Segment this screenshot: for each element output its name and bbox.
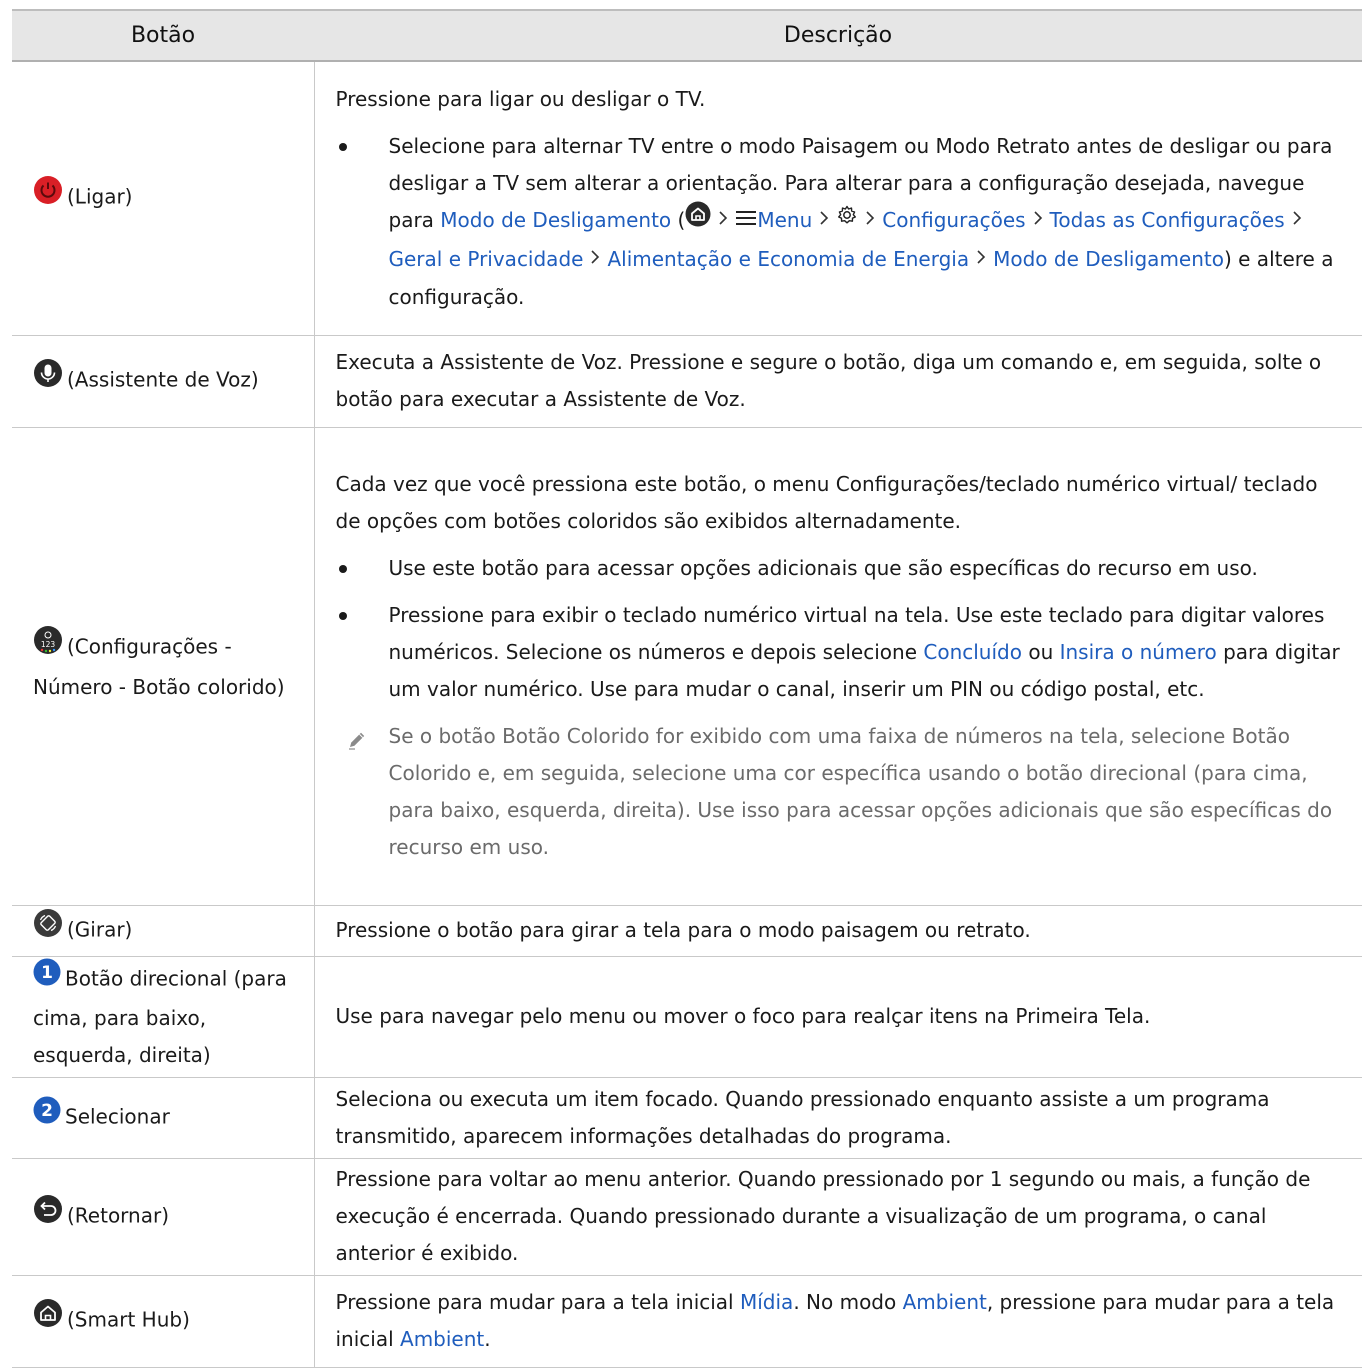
home-icon xyxy=(685,201,711,239)
description-cell: Pressione para voltar ao menu anterior. … xyxy=(314,1158,1362,1276)
pencil-icon xyxy=(346,726,368,763)
link-settings[interactable]: Configurações xyxy=(882,208,1025,232)
chevron-right-icon xyxy=(818,201,830,238)
description-text: Pressione para ligar ou desligar o TV. xyxy=(335,87,706,111)
button-cell: (Smart Hub) xyxy=(12,1275,315,1368)
table-header-row: Botão Descrição xyxy=(12,9,1362,62)
button-cell: (Ligar) xyxy=(12,61,315,336)
description-text: Pressione o botão para girar a tela para… xyxy=(335,918,1031,942)
button-label: (Configurações - Número - Botão colorido… xyxy=(33,634,285,699)
description-text: Pressione para mudar para a tela inicial… xyxy=(336,1284,1349,1358)
table-row-color: 123 (Configurações - Número - Botão colo… xyxy=(12,427,1362,906)
description-cell: Pressione para ligar ou desligar o TV. S… xyxy=(314,61,1362,336)
chevron-right-icon xyxy=(589,240,601,277)
table-row-rotate: (Girar) Pressione o botão para girar a t… xyxy=(12,905,1362,957)
menu-icon xyxy=(735,201,757,238)
button-cell: 123 (Configurações - Número - Botão colo… xyxy=(12,427,315,906)
button-label: (Assistente de Voz) xyxy=(67,367,259,392)
button-cell: 1 Botão direcional (para cima, para baix… xyxy=(12,956,315,1078)
paren-text: ( xyxy=(671,208,686,232)
table-row-return: (Retornar) Pressione para voltar ao menu… xyxy=(12,1158,1362,1276)
table-row-select: 2 Selecionar Seleciona ou executa um ite… xyxy=(12,1077,1362,1159)
desc-text: . xyxy=(484,1327,491,1351)
table-row-directional: 1 Botão direcional (para cima, para baix… xyxy=(12,956,1362,1078)
chevron-right-icon xyxy=(1291,201,1303,238)
desc-text: . No modo xyxy=(793,1290,903,1314)
number-badge-icon: 2 xyxy=(33,1096,61,1136)
description-text: Executa a Assistente de Voz. Pressione e… xyxy=(335,350,1322,411)
bullet-text: ou xyxy=(1021,640,1060,664)
settings-123-icon: 123 xyxy=(33,625,63,667)
button-cell: (Girar) xyxy=(12,905,315,957)
link-insert-number[interactable]: Insira o número xyxy=(1060,640,1217,664)
link-menu[interactable]: Menu xyxy=(757,208,812,232)
home-icon xyxy=(33,1298,63,1340)
table-row-voice: (Assistente de Voz) Executa a Assistente… xyxy=(12,335,1362,428)
button-cell: 2 Selecionar xyxy=(12,1077,315,1159)
microphone-icon xyxy=(33,358,63,400)
description-cell: Seleciona ou executa um item focado. Qua… xyxy=(314,1077,1362,1159)
remote-buttons-table: Botão Descrição (Ligar) Pressione para l… xyxy=(12,9,1362,1368)
description-cell: Executa a Assistente de Voz. Pressione e… xyxy=(314,335,1362,428)
description-cell: Cada vez que você pressiona este botão, … xyxy=(314,427,1362,906)
header-button: Botão xyxy=(12,9,314,62)
description-text: Seleciona ou executa um item focado. Qua… xyxy=(335,1086,1270,1148)
bullet-list: Selecione para alternar TV entre o modo … xyxy=(336,128,1349,316)
chevron-right-icon xyxy=(975,240,987,277)
list-item: Use este botão para acessar opções adici… xyxy=(336,550,1349,587)
list-item: Selecione para alternar TV entre o modo … xyxy=(336,128,1349,316)
power-icon xyxy=(33,175,63,217)
description-cell: Pressione para mudar para a tela inicial… xyxy=(314,1275,1362,1368)
description-cell: Pressione o botão para girar a tela para… xyxy=(314,905,1362,957)
button-label: (Smart Hub) xyxy=(67,1307,190,1332)
svg-text:1: 1 xyxy=(41,963,53,983)
list-item: Pressione para exibir o teclado numérico… xyxy=(336,597,1349,708)
description-text: Use para navegar pelo menu ou mover o fo… xyxy=(335,1004,1151,1028)
note: Se o botão Botão Colorido for exibido co… xyxy=(336,718,1349,866)
link-power-off-mode[interactable]: Modo de Desligamento xyxy=(440,208,671,232)
link-general-privacy[interactable]: Geral e Privacidade xyxy=(389,247,584,271)
link-ambient[interactable]: Ambient xyxy=(903,1290,987,1314)
chevron-right-icon xyxy=(864,201,876,238)
link-power-off-mode-end[interactable]: Modo de Desligamento xyxy=(993,247,1224,271)
link-power-energy[interactable]: Alimentação e Economia de Energia xyxy=(607,247,969,271)
return-icon xyxy=(33,1194,63,1236)
table-row-power: (Ligar) Pressione para ligar ou desligar… xyxy=(12,61,1362,336)
table-row-smarthub: (Smart Hub) Pressione para mudar para a … xyxy=(12,1275,1362,1368)
header-description: Descrição xyxy=(314,9,1362,62)
rotate-icon xyxy=(33,908,63,950)
description-text: Pressione para voltar ao menu anterior. … xyxy=(335,1167,1311,1265)
button-label: (Retornar) xyxy=(67,1203,170,1227)
gear-icon xyxy=(836,201,858,238)
link-done[interactable]: Concluído xyxy=(923,640,1022,664)
button-cell: (Retornar) xyxy=(12,1158,315,1276)
description-text: Cada vez que você pressiona este botão, … xyxy=(335,472,1318,533)
svg-text:2: 2 xyxy=(41,1101,53,1121)
button-label: (Ligar) xyxy=(67,184,133,209)
note-text: Se o botão Botão Colorido for exibido co… xyxy=(388,724,1333,859)
link-ambient-2[interactable]: Ambient xyxy=(400,1327,484,1351)
svg-text:123: 123 xyxy=(41,640,56,649)
chevron-right-icon xyxy=(1032,201,1044,238)
bullet-list: Use este botão para acessar opções adici… xyxy=(336,550,1349,708)
link-all-settings[interactable]: Todas as Configurações xyxy=(1050,208,1285,232)
link-media[interactable]: Mídia xyxy=(740,1290,793,1314)
button-label: (Girar) xyxy=(67,917,133,941)
chevron-right-icon xyxy=(717,201,729,238)
button-cell: (Assistente de Voz) xyxy=(12,335,315,428)
button-label: Botão direcional (para cima, para baixo,… xyxy=(33,966,287,1067)
button-label: Selecionar xyxy=(65,1104,170,1128)
desc-text: Pressione para mudar para a tela inicial xyxy=(335,1290,740,1314)
number-badge-icon: 1 xyxy=(33,958,61,998)
description-cell: Use para navegar pelo menu ou mover o fo… xyxy=(314,956,1362,1078)
